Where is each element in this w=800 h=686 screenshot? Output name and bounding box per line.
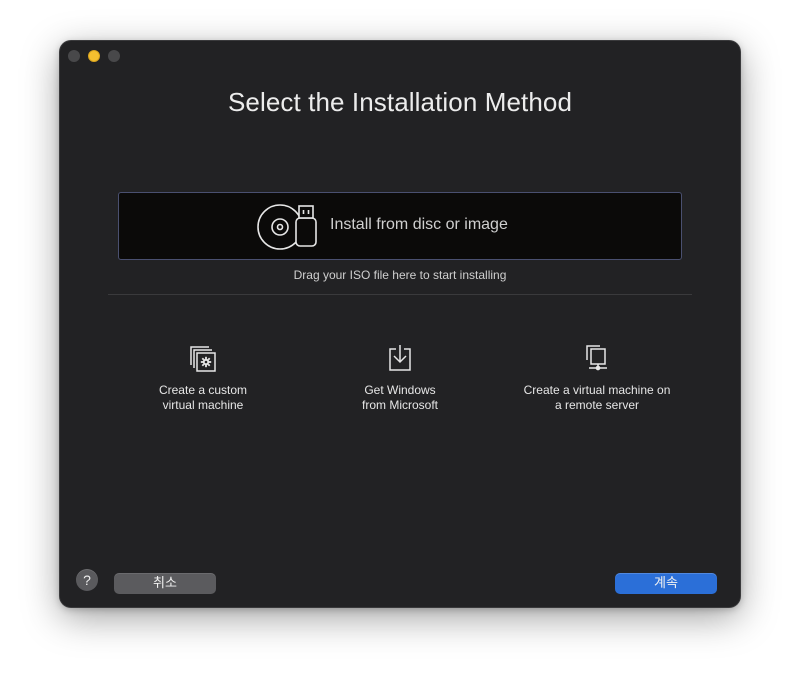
get-windows-label-line2: from Microsoft	[361, 398, 438, 412]
remote-server-icon	[586, 345, 607, 371]
install-from-disc-drop-zone[interactable]: Install from disc or image	[118, 192, 682, 260]
get-windows-label-line1: Get Windows	[364, 383, 436, 397]
page-title: Select the Installation Method	[227, 87, 573, 117]
install-from-disc-label: Install from disc or image	[330, 216, 508, 233]
create-custom-vm-label-line1: Create a custom	[158, 383, 248, 397]
window-minimize-button[interactable]	[88, 50, 100, 62]
remote-server-label-line1: Create a virtual machine on	[523, 383, 671, 397]
disc-usb-icon	[257, 204, 317, 250]
section-divider	[108, 294, 692, 295]
custom-vm-gear-icon	[190, 346, 216, 372]
download-icon	[389, 345, 411, 371]
remote-server-label-line2: a remote server	[554, 398, 640, 412]
window-zoom-button[interactable]	[108, 50, 120, 62]
installer-window: Select the Installation Method Install f…	[60, 41, 740, 607]
continue-button[interactable]: 계속	[615, 573, 717, 594]
get-windows-option[interactable]: Get Windows from Microsoft	[300, 343, 500, 413]
help-button[interactable]: ?	[76, 569, 98, 591]
drag-iso-hint: Drag your ISO file here to start install…	[293, 268, 507, 282]
remote-server-vm-option[interactable]: Create a virtual machine on a remote ser…	[497, 343, 697, 413]
create-custom-vm-label-line2: virtual machine	[162, 398, 244, 412]
create-custom-vm-option[interactable]: Create a custom virtual machine	[103, 343, 303, 413]
cancel-button[interactable]: 취소	[114, 573, 216, 594]
window-close-button[interactable]	[68, 50, 80, 62]
